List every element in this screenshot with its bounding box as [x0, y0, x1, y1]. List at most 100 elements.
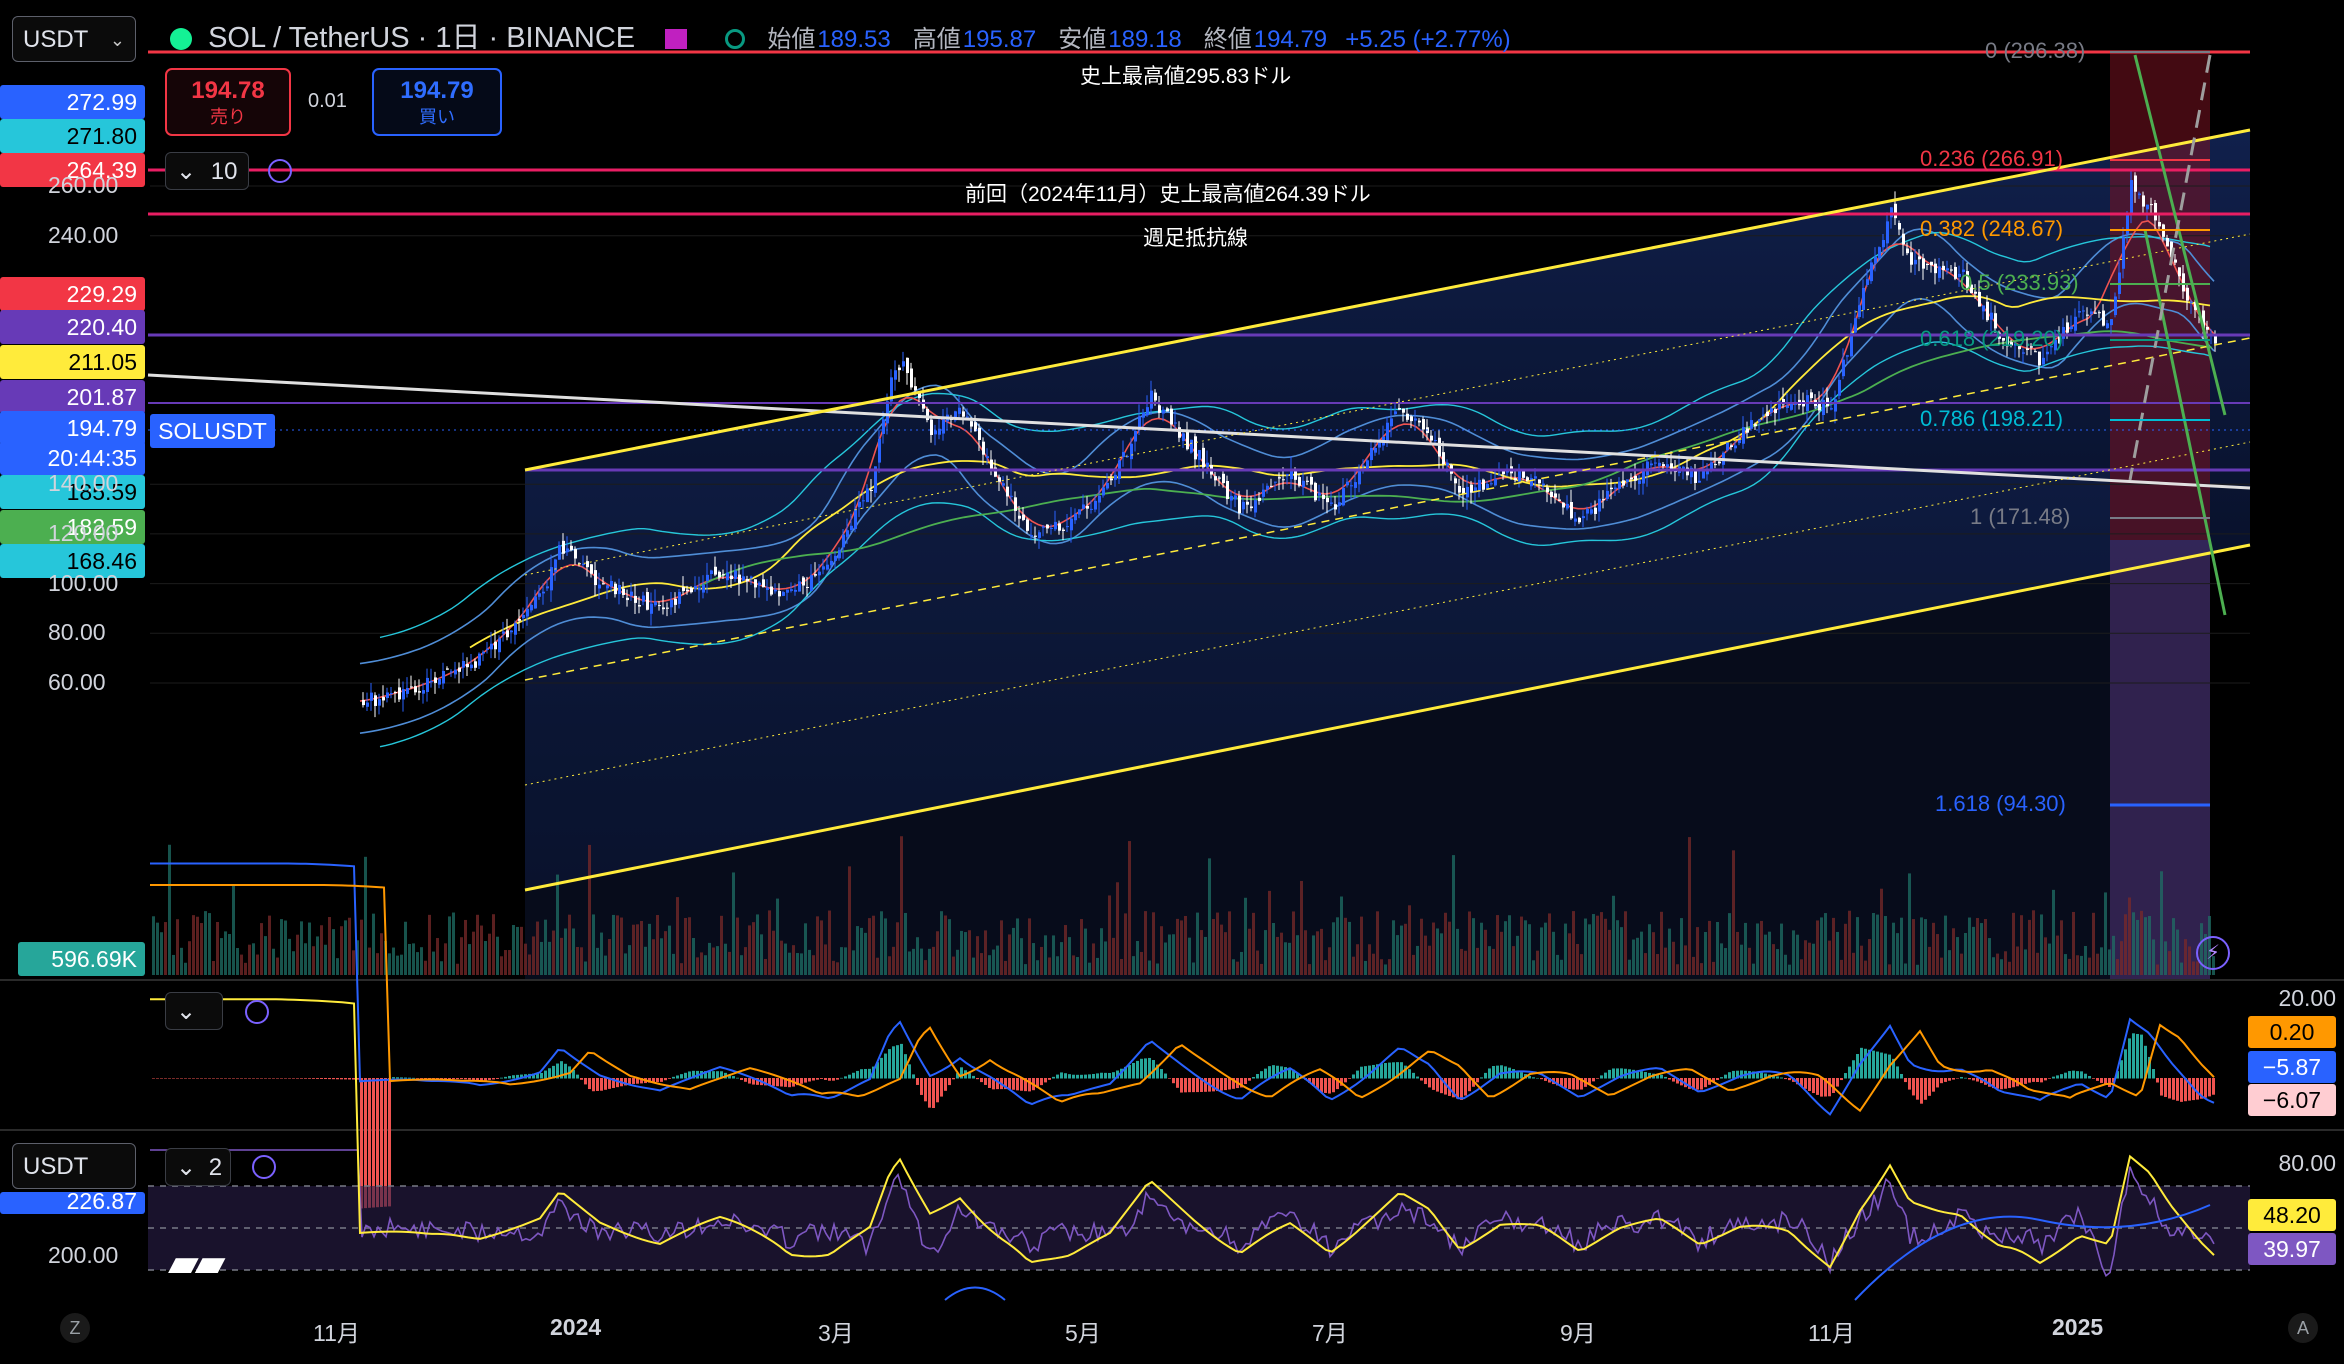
candle-body	[670, 599, 673, 608]
volume-bar	[256, 954, 259, 975]
buy-button[interactable]: 194.79 買い	[372, 68, 502, 136]
volume-bar	[1556, 954, 1559, 975]
candle-body	[814, 574, 817, 576]
candle-body	[1726, 442, 1729, 451]
candle-body	[1170, 408, 1173, 425]
macd-histogram-bar	[1500, 1065, 1503, 1079]
macd-histogram-bar	[1880, 1052, 1883, 1079]
lightning-icon[interactable]: ⚡	[2196, 936, 2230, 970]
macd-toggle[interactable]: ⌄	[165, 992, 223, 1030]
volume-bar	[880, 911, 883, 975]
macd-histogram-bar	[292, 1078, 295, 1079]
volume-bar	[2100, 947, 2103, 975]
left-price-label: 220.40	[0, 310, 145, 344]
volume-bar	[1392, 920, 1395, 975]
macd-histogram-bar	[820, 1078, 823, 1079]
time-axis-label: 11月	[1808, 1320, 1855, 1346]
price-axis-label: 60.00	[48, 669, 106, 695]
candle-body	[1466, 486, 1469, 498]
macd-histogram-bar	[1928, 1078, 1931, 1096]
volume-bar	[392, 947, 395, 975]
macd-histogram-bar	[1020, 1078, 1023, 1091]
macd-histogram-bar	[208, 1078, 211, 1079]
flag-icon[interactable]	[665, 29, 688, 50]
macd-histogram-bar	[2164, 1078, 2167, 1097]
volume-bar	[1668, 928, 1671, 975]
volume-bar	[1752, 963, 1755, 975]
indicators-toggle[interactable]: ⌄ 10	[165, 152, 249, 190]
volume-bar	[1792, 930, 1795, 975]
volume-bar	[576, 946, 579, 975]
visibility-toggle-icon[interactable]	[268, 159, 292, 183]
macd-histogram-bar	[588, 1078, 591, 1090]
volume-bar	[584, 961, 587, 975]
chevron-down-icon: ⌄	[176, 998, 197, 1025]
candle-body	[2090, 311, 2093, 315]
candle-body	[2082, 310, 2085, 312]
auto-scale-button[interactable]: A	[2288, 1313, 2318, 1343]
macd-histogram-bar	[240, 1078, 243, 1079]
macd-refresh-icon[interactable]	[245, 1000, 269, 1024]
candle-body	[2042, 357, 2045, 365]
macd-histogram-bar	[2080, 1071, 2083, 1079]
candle-body	[706, 574, 709, 582]
volume-bar	[264, 936, 267, 975]
candle-body	[1398, 407, 1401, 410]
zoom-reset-button[interactable]: Z	[60, 1313, 90, 1343]
sell-price: 194.78	[191, 77, 265, 104]
volume-bar	[1456, 928, 1459, 975]
sell-button[interactable]: 194.78 売り	[165, 68, 291, 136]
volume-bar	[2032, 910, 2035, 975]
rsi-refresh-icon[interactable]	[252, 1155, 276, 1179]
candle-body	[2190, 301, 2193, 303]
volume-bar	[1516, 935, 1519, 975]
volume-bar	[1016, 918, 1019, 975]
macd-histogram-bar	[924, 1078, 927, 1102]
macd-histogram-bar	[204, 1078, 207, 1079]
macd-histogram-bar	[508, 1075, 511, 1079]
candle-body	[558, 544, 561, 560]
macd-histogram-bar	[1728, 1072, 1731, 1079]
rsi-pane	[148, 998, 2250, 1301]
candle-body	[1330, 502, 1333, 504]
macd-histogram-bar	[596, 1078, 599, 1091]
candle-body	[642, 595, 645, 602]
volume-bar	[628, 945, 631, 975]
macd-histogram-bar	[228, 1078, 231, 1079]
macd-histogram-bar	[1076, 1074, 1079, 1079]
volume-bar	[788, 952, 791, 975]
currency-selector-lower[interactable]: USDT	[12, 1143, 136, 1189]
time-axis-label: 2024	[550, 1314, 602, 1340]
volume-bar	[884, 918, 887, 975]
candle-body	[1886, 221, 1889, 244]
candle-body	[898, 367, 901, 371]
macd-histogram-bar	[1788, 1078, 1791, 1081]
volume-bar	[1932, 922, 1935, 975]
volume-bar	[248, 944, 251, 975]
candle-body	[414, 686, 417, 693]
macd-histogram-bar	[416, 1078, 419, 1079]
macd-histogram-bar	[1660, 1074, 1663, 1079]
volume-bar	[1208, 858, 1211, 975]
volume-bar	[712, 947, 715, 975]
volume-bar	[1948, 950, 1951, 975]
candle-body	[1154, 392, 1157, 401]
rsi-toggle[interactable]: ⌄ 2	[165, 1148, 231, 1186]
macd-histogram-bar	[748, 1078, 751, 1084]
volume-bar	[2020, 915, 2023, 975]
currency-selector[interactable]: USDT ⌄	[12, 16, 136, 62]
macd-histogram-bar	[1028, 1078, 1031, 1092]
volume-bar	[684, 917, 687, 975]
volume-bar	[420, 947, 423, 975]
candle-body	[1482, 479, 1485, 490]
candle-body	[1306, 480, 1309, 482]
candle-body	[858, 501, 861, 508]
volume-bar	[1180, 920, 1183, 975]
volume-bar	[888, 956, 891, 975]
volume-bar	[308, 922, 311, 975]
macd-histogram-bar	[1864, 1048, 1867, 1079]
volume-bar	[828, 910, 831, 975]
volume-bar	[164, 922, 167, 975]
volume-bar	[1868, 939, 1871, 975]
symbol-title[interactable]: SOL / TetherUS · 1日 · BINANCE	[208, 22, 635, 54]
